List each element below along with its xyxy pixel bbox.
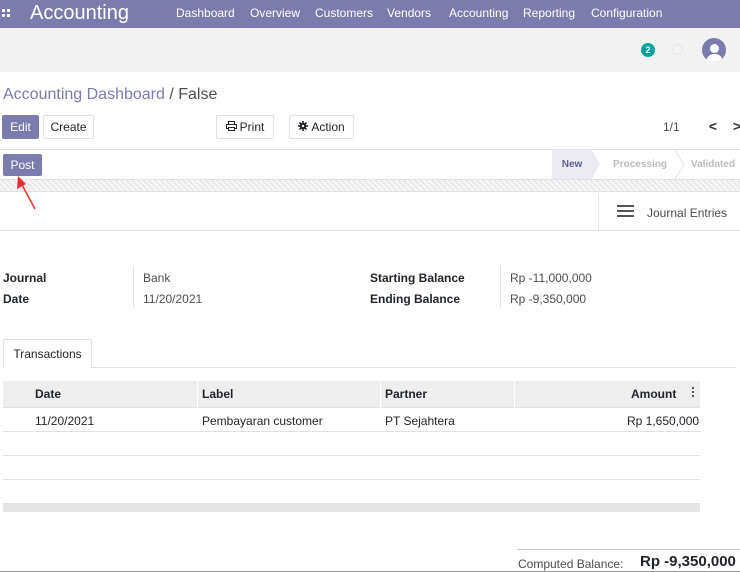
- field-divider: [500, 266, 501, 308]
- menu-accounting[interactable]: Accounting: [449, 6, 508, 20]
- apps-menu-icon[interactable]: [2, 9, 10, 17]
- optional-columns-icon[interactable]: [692, 387, 694, 398]
- column-separator: [514, 381, 515, 408]
- breadcrumb-current: False: [178, 86, 218, 103]
- list-bars-icon: [617, 205, 634, 218]
- avatar-head: [710, 44, 719, 53]
- print-button[interactable]: Print: [216, 115, 274, 139]
- print-icon: [225, 116, 237, 138]
- menu-dashboard[interactable]: Dashboard: [176, 6, 235, 20]
- computed-balance-label: Computed Balance:: [518, 557, 624, 571]
- journal-label: Journal: [3, 271, 47, 285]
- breadcrumb: Accounting Dashboard / False: [3, 85, 217, 105]
- horizontal-scrollbar[interactable]: [3, 504, 700, 512]
- messages-badge[interactable]: 2: [641, 43, 655, 57]
- pager-next-button[interactable]: >: [730, 116, 740, 136]
- date-value[interactable]: 11/20/2021: [143, 292, 202, 306]
- hatched-divider: [0, 180, 740, 192]
- column-separator: [380, 381, 381, 408]
- table-row-empty: [3, 480, 700, 504]
- stage-new[interactable]: New: [552, 150, 592, 179]
- post-button[interactable]: Post: [3, 154, 42, 176]
- menu-reporting[interactable]: Reporting: [523, 6, 575, 20]
- column-separator: [197, 381, 198, 408]
- print-label: Print: [239, 120, 265, 134]
- computed-balance-value: Rp -9,350,000: [640, 553, 736, 570]
- row-partner: PT Sejahtera: [385, 414, 455, 428]
- action-label: Action: [311, 120, 345, 134]
- table-row[interactable]: [3, 408, 700, 432]
- date-label: Date: [3, 292, 30, 306]
- gear-icon: [298, 116, 309, 138]
- avatar-body: [706, 54, 723, 62]
- table-row-empty: [3, 456, 700, 480]
- row-label: Pembayaran customer: [202, 414, 323, 428]
- row-amount: Rp 1,650,000: [627, 414, 700, 428]
- stage-validated[interactable]: Validated: [686, 150, 740, 179]
- action-button[interactable]: Action: [289, 115, 354, 139]
- stage-processing[interactable]: Processing: [605, 150, 675, 179]
- menu-overview[interactable]: Overview: [250, 6, 300, 20]
- table-header: [3, 381, 700, 408]
- tab-transactions[interactable]: Transactions: [3, 339, 92, 368]
- tab-underline: [92, 367, 736, 368]
- ending-balance-value[interactable]: Rp -9,350,000: [510, 292, 586, 306]
- systray-bar: [0, 28, 740, 72]
- breadcrumb-parent[interactable]: Accounting Dashboard: [3, 86, 165, 103]
- starting-balance-label: Starting Balance: [370, 271, 465, 285]
- menu-configuration[interactable]: Configuration: [591, 6, 662, 20]
- menu-vendors[interactable]: Vendors: [387, 6, 431, 20]
- ending-balance-label: Ending Balance: [370, 292, 461, 306]
- stage-chevron: [592, 150, 600, 178]
- field-divider: [133, 266, 134, 308]
- activity-clock-icon[interactable]: [672, 44, 683, 55]
- app-brand[interactable]: Accounting: [30, 1, 129, 25]
- journal-entries-label: Journal Entries: [647, 206, 728, 220]
- edit-button[interactable]: Edit: [2, 115, 39, 139]
- computed-balance-divider: [517, 549, 740, 550]
- row-date: 11/20/2021: [35, 414, 95, 428]
- table-row-empty: [3, 432, 700, 456]
- user-avatar[interactable]: [702, 38, 726, 62]
- column-date[interactable]: Date: [35, 381, 61, 408]
- pager-previous-button[interactable]: <: [706, 116, 720, 136]
- pager-value[interactable]: 1/1: [663, 120, 680, 134]
- starting-balance-value[interactable]: Rp -11,000,000: [510, 271, 592, 285]
- journal-value[interactable]: Bank: [143, 271, 170, 285]
- column-amount[interactable]: Amount: [631, 381, 676, 408]
- column-partner[interactable]: Partner: [385, 381, 427, 408]
- column-label[interactable]: Label: [202, 381, 233, 408]
- breadcrumb-separator: /: [164, 86, 179, 103]
- menu-customers[interactable]: Customers: [315, 6, 373, 20]
- create-button[interactable]: Create: [43, 115, 94, 139]
